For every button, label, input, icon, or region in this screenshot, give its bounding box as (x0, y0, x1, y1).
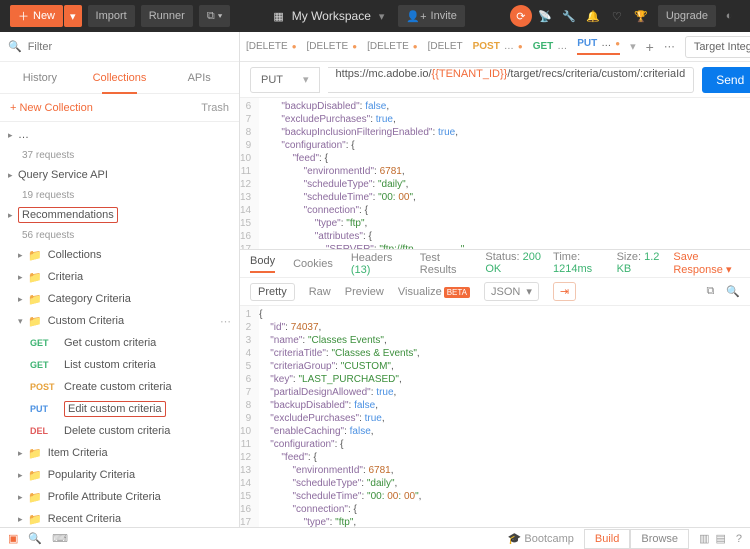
upgrade-button[interactable]: Upgrade (658, 5, 716, 27)
new-dropdown[interactable]: ▾ (64, 5, 82, 27)
sync-icon[interactable]: ⟳ (510, 5, 532, 27)
tree-item[interactable]: ▸📁Item Criteria (0, 442, 239, 464)
send-button[interactable]: Send▾ (702, 67, 750, 93)
tree-item[interactable]: ▸ Query Service API (0, 164, 239, 186)
tree-item[interactable]: ▸📁Popularity Criteria (0, 464, 239, 486)
layout-icon-1[interactable]: ▥ (699, 532, 709, 545)
tree-item[interactable]: GETGet custom criteria (0, 332, 239, 354)
trophy-icon[interactable]: 🏆 (630, 5, 652, 27)
preview-tab[interactable]: Preview (345, 286, 384, 298)
workspace-icon: ▦ (273, 10, 283, 23)
workspace-label[interactable]: My Workspace (292, 9, 371, 23)
tab-collections[interactable]: Collections (80, 62, 160, 93)
request-tab[interactable]: GET … (533, 41, 568, 52)
tree-item[interactable]: ▸📁Collections (0, 244, 239, 266)
tree-item[interactable]: POSTCreate custom criteria (0, 376, 239, 398)
size-label: Size: 1.2 KB (617, 251, 664, 276)
resp-tab-cookies[interactable]: Cookies (293, 258, 333, 270)
tree-item[interactable]: ▾📁Custom Criteria⋯ (0, 310, 239, 332)
tab-chevron[interactable]: ▾ (630, 40, 636, 53)
resp-tab-tests[interactable]: Test Results (420, 252, 468, 276)
filter-input[interactable] (28, 41, 231, 53)
new-tab-button[interactable]: + (646, 39, 654, 55)
response-search-icon[interactable]: 🔍 (726, 285, 740, 298)
request-tab[interactable]: POST …● (473, 41, 523, 52)
import-button[interactable]: Import (88, 5, 135, 27)
tree-item[interactable]: ▸ Recommendations (0, 204, 239, 226)
wrench-icon[interactable]: 🔧 (558, 5, 580, 27)
tree-item[interactable]: PUTEdit custom criteria (0, 398, 239, 420)
url-input[interactable]: https://mc.adobe.io/{{TENANT_ID}}/target… (328, 67, 695, 93)
bootcamp-link[interactable]: 🎓 Bootcamp (508, 532, 574, 545)
save-response[interactable]: Save Response ▾ (673, 251, 740, 276)
layout-icon-2[interactable]: ▤ (715, 532, 725, 545)
status-label: Status: 200 OK (485, 251, 543, 276)
invite-button[interactable]: 👤+ Invite (398, 5, 464, 27)
satellite-icon[interactable]: 📡 (534, 5, 556, 27)
wrap-button[interactable]: ⇥ (553, 282, 576, 301)
search-icon: 🔍 (8, 40, 22, 53)
request-tabs: [DELETE● [DELETE● [DELETE● [DELET POST …● GET… (240, 32, 750, 62)
trash-link[interactable]: Trash (201, 102, 229, 114)
request-tab[interactable]: PUT …● (577, 38, 620, 55)
heart-icon[interactable]: ♡ (606, 5, 628, 27)
resp-tab-headers[interactable]: Headers (13) (351, 252, 402, 276)
help-icon[interactable]: ? (736, 533, 742, 545)
tree-item[interactable]: DELDelete custom criteria (0, 420, 239, 442)
window-menu[interactable]: ⧉ ▾ (199, 5, 231, 27)
visualize-tab[interactable]: VisualizeBETA (398, 286, 470, 298)
tree-item[interactable]: ▸📁Criteria (0, 266, 239, 288)
request-tab[interactable]: [DELETE● (246, 41, 297, 52)
pretty-tab[interactable]: Pretty (250, 283, 295, 301)
tree-item[interactable]: GETList custom criteria (0, 354, 239, 376)
bell-icon[interactable]: 🔔 (582, 5, 604, 27)
find-icon[interactable]: 🔍 (28, 532, 42, 545)
request-tab[interactable]: [DELETE● (307, 41, 358, 52)
request-tab[interactable]: [DELETE● (367, 41, 418, 52)
tree-item[interactable]: ▸📁Profile Attribute Criteria (0, 486, 239, 508)
environment-selector[interactable]: Target Integration (685, 36, 750, 58)
request-tab[interactable]: [DELET (428, 41, 463, 52)
tree-item[interactable]: 56 requests (0, 226, 239, 244)
tab-history[interactable]: History (0, 62, 80, 93)
tree-item[interactable]: ▸📁Category Criteria (0, 288, 239, 310)
method-selector[interactable]: PUT▾ (250, 67, 320, 93)
new-button[interactable]: ＋New (10, 5, 63, 27)
request-body-editor[interactable]: 67891011121314151617181920212223242526 "… (240, 98, 750, 250)
sidebar-toggle-icon[interactable]: ▣ (8, 532, 18, 545)
tab-menu[interactable]: ⋯ (664, 40, 675, 53)
tree-item[interactable]: ▸📁Recent Criteria (0, 508, 239, 527)
tab-apis[interactable]: APIs (159, 62, 239, 93)
resp-tab-body[interactable]: Body (250, 255, 275, 273)
collection-tree: ▸ …37 requests▸ Query Service API19 requ… (0, 122, 239, 527)
tree-item[interactable]: 37 requests (0, 146, 239, 164)
browse-tab[interactable]: Browse (630, 529, 689, 549)
raw-tab[interactable]: Raw (309, 286, 331, 298)
runner-button[interactable]: Runner (141, 5, 193, 27)
avatar[interactable]: ◐ (718, 5, 740, 27)
time-label: Time: 1214ms (553, 251, 607, 276)
tree-item[interactable]: ▸ … (0, 124, 239, 146)
build-tab[interactable]: Build (584, 529, 630, 549)
response-body[interactable]: 1234567891011121314151617181920212223242… (240, 306, 750, 527)
console-icon[interactable]: ⌨ (52, 532, 68, 545)
copy-icon[interactable]: ⧉ (706, 285, 714, 298)
new-collection[interactable]: + New Collection (10, 102, 93, 114)
format-selector[interactable]: JSON ▾ (484, 282, 539, 301)
tree-item[interactable]: 19 requests (0, 186, 239, 204)
